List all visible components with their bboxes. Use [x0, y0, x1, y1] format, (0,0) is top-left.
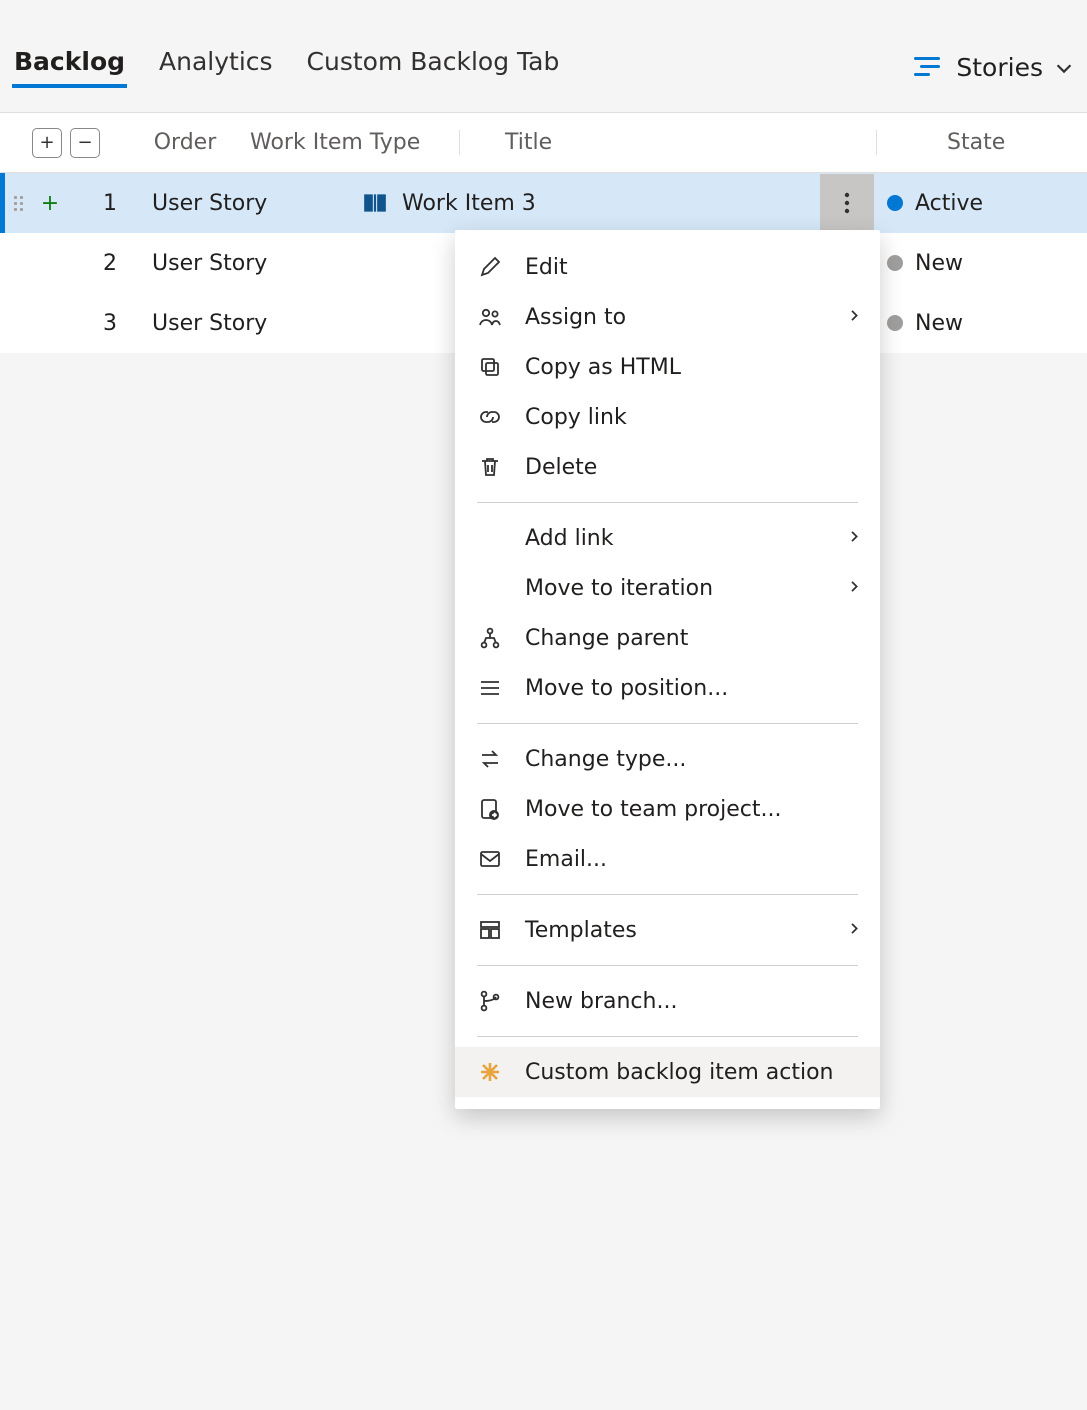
menu-item-label: Move to position... — [525, 676, 728, 701]
context-menu: Edit Assign to Copy as HTML Copy link Delete… — [455, 230, 880, 1109]
menu-item-addlink[interactable]: Add link — [455, 513, 880, 563]
menu-item-branch[interactable]: New branch... — [455, 976, 880, 1026]
menu-separator — [477, 723, 858, 724]
cell-order: 2 — [68, 251, 152, 276]
column-header-row: + − Order Work Item Type Title State — [0, 113, 1087, 173]
blank-icon — [477, 575, 503, 601]
column-header-state[interactable]: State — [877, 130, 1087, 155]
asterisk-icon — [477, 1059, 503, 1085]
menu-separator — [477, 894, 858, 895]
top-tabs-bar: Backlog Analytics Custom Backlog Tab Sto… — [0, 0, 1087, 112]
state-label: New — [915, 251, 963, 276]
mail-icon — [477, 846, 503, 872]
header-actions: + − — [0, 128, 120, 158]
menu-item-edit[interactable]: Edit — [455, 242, 880, 292]
row-actions-button[interactable] — [820, 174, 874, 232]
state-label: Active — [915, 191, 983, 216]
column-header-type[interactable]: Work Item Type — [250, 130, 460, 155]
menu-item-copylink[interactable]: Copy link — [455, 392, 880, 442]
cell-state: New — [877, 311, 1087, 336]
menu-item-copyhtml[interactable]: Copy as HTML — [455, 342, 880, 392]
drag-handle[interactable] — [5, 196, 32, 211]
cell-order: 3 — [68, 311, 152, 336]
menu-item-label: New branch... — [525, 989, 677, 1014]
menu-item-label: Copy as HTML — [525, 355, 681, 380]
branch-icon — [477, 988, 503, 1014]
menu-item-moveproj[interactable]: Move to team project... — [455, 784, 880, 834]
work-item-title: Work Item 3 — [402, 191, 536, 216]
column-header-title[interactable]: Title — [460, 130, 877, 155]
table-row[interactable]: + 1 User Story Work Item 3 Active — [0, 173, 1087, 233]
menu-item-label: Assign to — [525, 305, 626, 330]
menu-item-assign[interactable]: Assign to — [455, 292, 880, 342]
chevron-down-icon — [1053, 56, 1075, 78]
menu-item-label: Move to iteration — [525, 576, 713, 601]
menu-item-movepos[interactable]: Move to position... — [455, 663, 880, 713]
link-icon — [477, 404, 503, 430]
moveproj-icon — [477, 796, 503, 822]
state-dot-icon — [887, 315, 903, 331]
menu-item-email[interactable]: Email... — [455, 834, 880, 884]
templates-icon — [477, 917, 503, 943]
menu-item-label: Change type... — [525, 747, 686, 772]
menu-item-label: Templates — [525, 918, 637, 943]
menu-item-templates[interactable]: Templates — [455, 905, 880, 955]
menu-item-delete[interactable]: Delete — [455, 442, 880, 492]
work-item-icon — [362, 192, 388, 214]
menu-item-label: Custom backlog item action — [525, 1060, 834, 1085]
people-icon — [477, 304, 503, 330]
trash-icon — [477, 454, 503, 480]
tab-analytics[interactable]: Analytics — [157, 47, 275, 88]
menu-item-chparent[interactable]: Change parent — [455, 613, 880, 663]
cell-type: User Story — [152, 251, 362, 276]
cell-state: Active — [877, 191, 1087, 216]
blank-icon — [477, 525, 503, 551]
chevron-right-icon — [846, 576, 862, 601]
menu-separator — [477, 965, 858, 966]
menu-separator — [477, 502, 858, 503]
menu-item-label: Edit — [525, 255, 568, 280]
swap-icon — [477, 746, 503, 772]
cell-order: 1 — [68, 191, 152, 216]
menu-item-moveiter[interactable]: Move to iteration — [455, 563, 880, 613]
tab-custom[interactable]: Custom Backlog Tab — [305, 47, 562, 88]
cell-type: User Story — [152, 311, 362, 336]
tree-icon — [477, 625, 503, 651]
menu-item-label: Copy link — [525, 405, 627, 430]
state-dot-icon — [887, 255, 903, 271]
cell-type: User Story — [152, 191, 362, 216]
chevron-right-icon — [846, 305, 862, 330]
backlog-level-picker[interactable]: Stories — [956, 53, 1075, 82]
state-dot-icon — [887, 195, 903, 211]
cell-title[interactable]: Work Item 3 — [362, 191, 877, 216]
collapse-all-button[interactable]: − — [70, 128, 100, 158]
pen-icon — [477, 254, 503, 280]
menu-separator — [477, 1036, 858, 1037]
chevron-right-icon — [846, 526, 862, 551]
menu-item-label: Change parent — [525, 626, 688, 651]
tab-backlog[interactable]: Backlog — [12, 47, 127, 88]
menu-item-label: Move to team project... — [525, 797, 781, 822]
add-child-button[interactable]: + — [32, 191, 68, 216]
chevron-right-icon — [846, 918, 862, 943]
menu-item-chtype[interactable]: Change type... — [455, 734, 880, 784]
lines-icon — [477, 675, 503, 701]
backlog-level-label: Stories — [956, 53, 1043, 82]
menu-item-custom[interactable]: Custom backlog item action — [455, 1047, 880, 1097]
state-label: New — [915, 311, 963, 336]
backlog-level-icon — [914, 57, 940, 77]
toolbar-right: Stories — [914, 53, 1087, 82]
menu-item-label: Delete — [525, 455, 597, 480]
menu-item-label: Email... — [525, 847, 607, 872]
expand-all-button[interactable]: + — [32, 128, 62, 158]
copy-icon — [477, 354, 503, 380]
cell-state: New — [877, 251, 1087, 276]
tabs: Backlog Analytics Custom Backlog Tab — [12, 47, 561, 88]
menu-item-label: Add link — [525, 526, 614, 551]
column-header-order[interactable]: Order — [120, 130, 250, 155]
